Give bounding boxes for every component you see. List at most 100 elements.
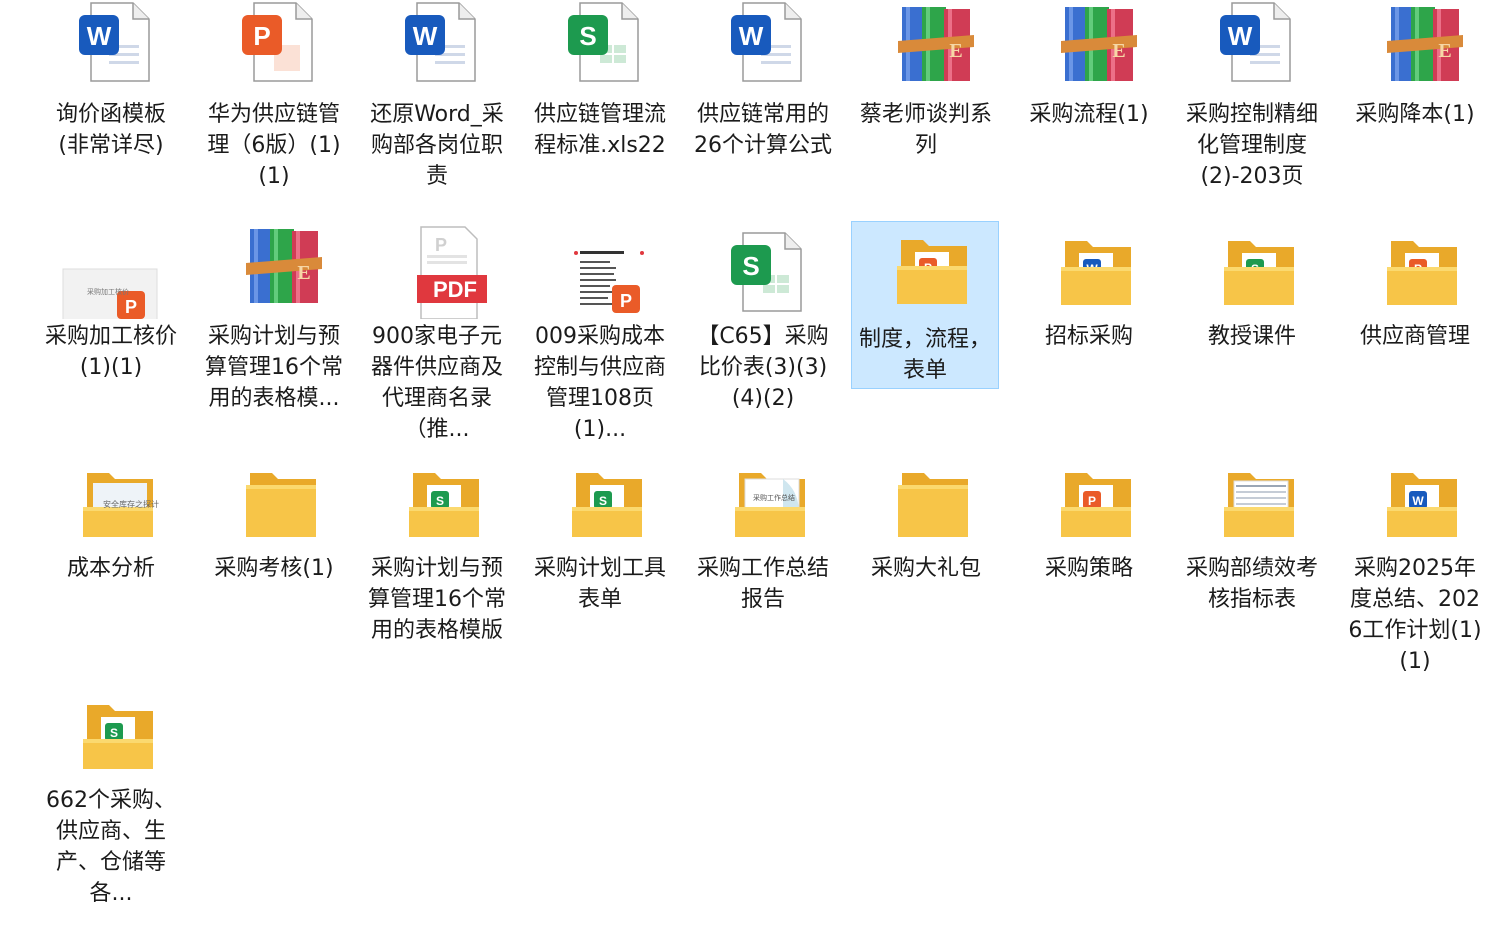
svg-text:PDF: PDF — [433, 277, 477, 302]
folder-document-icon: 采购工作总结 — [713, 455, 813, 551]
file-label: 采购流程(1) — [1029, 102, 1149, 127]
file-label: 662个采购、供应商、生产、仓储等各... — [46, 788, 176, 905]
svg-text:S: S — [579, 21, 596, 51]
file-item[interactable]: E 蔡老师谈判系列 — [852, 0, 1000, 220]
file-label: 华为供应链管理（6版）(1)(1) — [207, 102, 341, 189]
folder-document-icon: 安全库存之探计 — [61, 455, 161, 551]
svg-text:P: P — [253, 21, 270, 51]
folder-word-icon: W — [1039, 223, 1139, 319]
svg-text:W: W — [739, 21, 764, 51]
folder-word-icon: W — [1365, 455, 1465, 551]
file-item[interactable]: 采购工作总结 采购工作总结报告 — [689, 454, 837, 674]
file-item[interactable]: P 采购加工核价 采购加工核价(1)(1) — [37, 222, 185, 442]
svg-text:P: P — [125, 297, 137, 317]
spreadsheet-file-icon: S — [550, 1, 650, 97]
folder-sheet-icon: S — [387, 455, 487, 551]
file-item[interactable]: W 采购控制精细化管理制度 (2)-203页 — [1178, 0, 1326, 220]
folder-table-icon — [1202, 455, 1302, 551]
svg-text:S: S — [742, 251, 759, 281]
file-label: 教授课件 — [1207, 324, 1296, 349]
file-item[interactable]: P PDF 900家电子元器件供应商及代理商名录（推... — [363, 222, 511, 442]
folder-ppt-icon: P — [1039, 455, 1139, 551]
file-label: 采购计划工具表单 — [533, 556, 666, 612]
file-label: 招标采购 — [1044, 324, 1133, 349]
file-item[interactable]: P 009采购成本控制与供应商管理108页(1)... — [526, 222, 674, 442]
file-item[interactable]: S 662个采购、供应商、生产、仓储等各... — [37, 686, 185, 906]
file-label: 供应链常用的26个计算公式 — [694, 102, 832, 158]
file-label: 供应链管理流程标准.xls22 — [533, 102, 666, 158]
file-label: 采购控制精细化管理制度 (2)-203页 — [1185, 102, 1318, 189]
file-label: 采购2025年度总结、2026工作计划(1)(1) — [1348, 556, 1482, 673]
file-label: 采购工作总结报告 — [696, 556, 829, 612]
winrar-archive-icon: E — [876, 1, 976, 97]
svg-text:W: W — [413, 21, 438, 51]
svg-text:E: E — [1112, 40, 1125, 62]
file-item[interactable]: 安全库存之探计 成本分析 — [37, 454, 185, 674]
svg-text:E: E — [949, 40, 962, 62]
winrar-archive-icon: E — [224, 223, 324, 319]
file-item[interactable]: S 教授课件 — [1178, 222, 1326, 442]
winrar-archive-icon: E — [1039, 1, 1139, 97]
file-item[interactable]: S 供应链管理流程标准.xls22 — [526, 0, 674, 220]
word-file-icon: W — [713, 1, 813, 97]
powerpoint-file-icon: P — [224, 1, 324, 97]
folder-icon — [876, 455, 976, 551]
word-file-icon: W — [61, 1, 161, 97]
file-item[interactable]: 采购考核(1) — [200, 454, 348, 674]
folder-ppt-icon: P — [875, 222, 975, 318]
folder-sheet-icon: S — [61, 687, 161, 783]
file-label: 900家电子元器件供应商及代理商名录（推... — [370, 324, 503, 441]
thumbnail-text: 采购加工核价 — [87, 288, 129, 296]
file-label: 蔡老师谈判系列 — [859, 102, 992, 158]
svg-text:W: W — [87, 21, 112, 51]
svg-text:S: S — [599, 494, 607, 508]
thumbnail-text: 采购工作总结 — [753, 494, 795, 502]
folder-sheet-icon: S — [550, 455, 650, 551]
svg-text:W: W — [1228, 21, 1253, 51]
file-item[interactable]: P 采购策略 — [1015, 454, 1163, 674]
file-item[interactable]: P 华为供应链管理（6版）(1)(1) — [200, 0, 348, 220]
file-item[interactable]: S 【C65】采购比价表(3)(3)(4)(2) — [689, 222, 837, 442]
file-label: 还原Word_采购部各岗位职责 — [370, 102, 504, 189]
file-item[interactable]: W 询价函模板(非常详尽) — [37, 0, 185, 220]
file-label: 制度，流程，表单 — [858, 327, 991, 383]
file-label: 采购考核(1) — [214, 556, 334, 581]
file-label: 采购大礼包 — [870, 556, 981, 581]
svg-text:W: W — [1412, 494, 1424, 508]
file-item[interactable]: 采购大礼包 — [852, 454, 1000, 674]
file-item[interactable]: E 采购计划与预算管理16个常用的表格模... — [200, 222, 348, 442]
file-label: 采购策略 — [1044, 556, 1133, 581]
file-item[interactable]: W 供应链常用的26个计算公式 — [689, 0, 837, 220]
svg-text:E: E — [297, 262, 310, 284]
file-item[interactable]: 采购部绩效考核指标表 — [1178, 454, 1326, 674]
thumbnail-text: 安全库存之探计 — [103, 500, 159, 509]
file-label: 供应商管理 — [1359, 324, 1470, 349]
file-item[interactable]: S 采购计划与预算管理16个常用的表格模版 — [363, 454, 511, 674]
svg-text:S: S — [436, 494, 444, 508]
file-label: 009采购成本控制与供应商管理108页(1)... — [533, 324, 666, 441]
file-label: 采购计划与预算管理16个常用的表格模版 — [368, 556, 506, 643]
file-item[interactable]: E 采购流程(1) — [1015, 0, 1163, 220]
file-item[interactable]: W 采购2025年度总结、2026工作计划(1)(1) — [1341, 454, 1489, 674]
svg-text:P: P — [620, 291, 632, 311]
file-label: 采购降本(1) — [1355, 102, 1475, 127]
file-label: 成本分析 — [66, 556, 155, 581]
word-file-icon: W — [1202, 1, 1302, 97]
spreadsheet-file-icon: S — [713, 223, 813, 319]
file-grid: W 询价函模板(非常详尽) P 华为供应链管理（6版）(1)(1) W 还原Wo… — [0, 0, 1495, 926]
document-thumbnail-icon: P — [550, 223, 650, 319]
file-item[interactable]: E 采购降本(1) — [1341, 0, 1489, 220]
file-item[interactable]: S 采购计划工具表单 — [526, 454, 674, 674]
file-label: 采购部绩效考核指标表 — [1185, 556, 1318, 612]
file-item[interactable]: P 供应商管理 — [1341, 222, 1489, 442]
file-label: 采购计划与预算管理16个常用的表格模... — [205, 324, 343, 411]
file-label: 【C65】采购比价表(3)(3)(4)(2) — [697, 324, 829, 411]
file-item[interactable]: W 还原Word_采购部各岗位职责 — [363, 0, 511, 220]
winrar-archive-icon: E — [1365, 1, 1465, 97]
svg-text:E: E — [1438, 40, 1451, 62]
folder-ppt-icon: P — [1365, 223, 1465, 319]
file-label: 采购加工核价(1)(1) — [44, 324, 177, 380]
file-item-selected[interactable]: P 制度，流程，表单 — [851, 221, 999, 389]
ppt-thumbnail-icon: P 采购加工核价 — [61, 223, 161, 319]
file-item[interactable]: W 招标采购 — [1015, 222, 1163, 442]
